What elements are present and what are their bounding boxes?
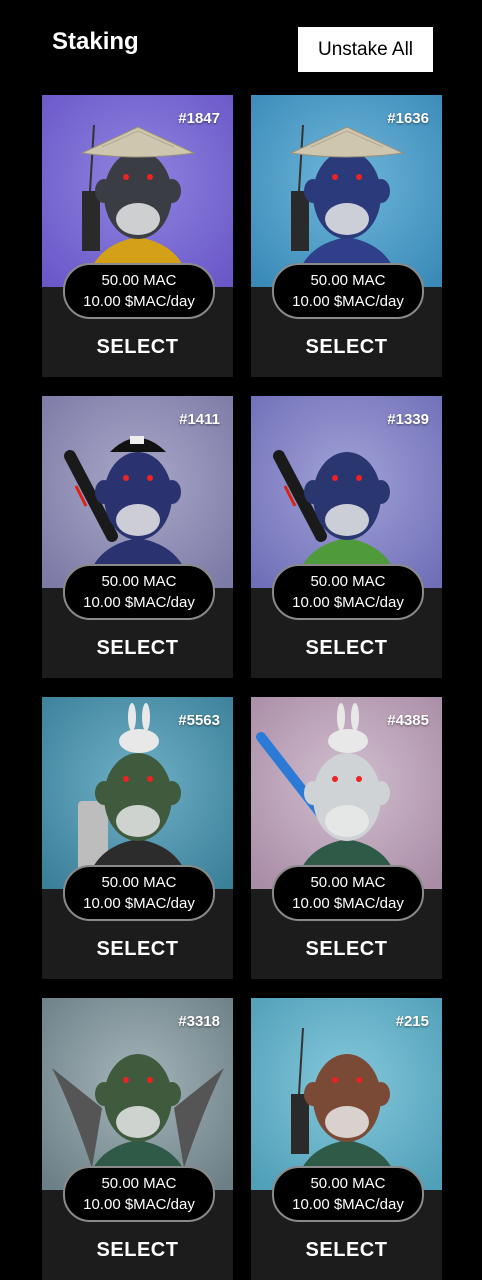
nft-card[interactable]: #215 50.00 MAC 10.00 $MAC/day SELECT	[251, 998, 442, 1280]
header: Staking Unstake All	[0, 0, 482, 90]
staked-amount: 50.00 MAC	[310, 573, 386, 590]
reward-rate: 10.00 $MAC/day	[292, 1196, 404, 1213]
token-id: #4385	[387, 712, 429, 729]
staked-amount: 50.00 MAC	[310, 1175, 386, 1192]
reward-rate: 10.00 $MAC/day	[83, 594, 195, 611]
staked-amount: 50.00 MAC	[310, 874, 386, 891]
select-button[interactable]: SELECT	[42, 933, 233, 965]
select-button[interactable]: SELECT	[42, 331, 233, 363]
select-button[interactable]: SELECT	[251, 632, 442, 664]
select-button[interactable]: SELECT	[251, 1234, 442, 1266]
staked-amount: 50.00 MAC	[101, 1175, 177, 1192]
reward-rate: 10.00 $MAC/day	[292, 293, 404, 310]
select-button[interactable]: SELECT	[42, 1234, 233, 1266]
nft-card[interactable]: #1411 50.00 MAC 10.00 $MAC/day SELECT	[42, 396, 233, 678]
reward-badge: 50.00 MAC 10.00 $MAC/day	[272, 564, 424, 620]
nft-card[interactable]: #1636 50.00 MAC 10.00 $MAC/day SELECT	[251, 95, 442, 377]
reward-badge: 50.00 MAC 10.00 $MAC/day	[63, 564, 215, 620]
nft-grid: #1847 50.00 MAC 10.00 $MAC/day SELECT #1…	[42, 95, 442, 1280]
page-title: Staking	[52, 28, 139, 55]
select-button[interactable]: SELECT	[251, 331, 442, 363]
nft-card[interactable]: #1339 50.00 MAC 10.00 $MAC/day SELECT	[251, 396, 442, 678]
reward-badge: 50.00 MAC 10.00 $MAC/day	[63, 263, 215, 319]
token-id: #3318	[178, 1013, 220, 1030]
reward-rate: 10.00 $MAC/day	[292, 594, 404, 611]
token-id: #1847	[178, 110, 220, 127]
select-button[interactable]: SELECT	[251, 933, 442, 965]
reward-rate: 10.00 $MAC/day	[83, 1196, 195, 1213]
token-id: #1339	[387, 411, 429, 428]
reward-badge: 50.00 MAC 10.00 $MAC/day	[272, 865, 424, 921]
staked-amount: 50.00 MAC	[101, 573, 177, 590]
reward-rate: 10.00 $MAC/day	[83, 293, 195, 310]
select-button[interactable]: SELECT	[42, 632, 233, 664]
reward-rate: 10.00 $MAC/day	[292, 895, 404, 912]
staked-amount: 50.00 MAC	[310, 272, 386, 289]
nft-card[interactable]: #4385 50.00 MAC 10.00 $MAC/day SELECT	[251, 697, 442, 979]
reward-badge: 50.00 MAC 10.00 $MAC/day	[63, 1166, 215, 1222]
token-id: #1411	[179, 411, 220, 428]
reward-badge: 50.00 MAC 10.00 $MAC/day	[272, 263, 424, 319]
token-id: #215	[395, 1013, 429, 1030]
nft-card[interactable]: #3318 50.00 MAC 10.00 $MAC/day SELECT	[42, 998, 233, 1280]
token-id: #5563	[178, 712, 220, 729]
nft-card[interactable]: #5563 50.00 MAC 10.00 $MAC/day SELECT	[42, 697, 233, 979]
reward-badge: 50.00 MAC 10.00 $MAC/day	[272, 1166, 424, 1222]
reward-badge: 50.00 MAC 10.00 $MAC/day	[63, 865, 215, 921]
staked-amount: 50.00 MAC	[101, 874, 177, 891]
nft-card[interactable]: #1847 50.00 MAC 10.00 $MAC/day SELECT	[42, 95, 233, 377]
staked-amount: 50.00 MAC	[101, 272, 177, 289]
unstake-all-button[interactable]: Unstake All	[298, 27, 433, 72]
reward-rate: 10.00 $MAC/day	[83, 895, 195, 912]
token-id: #1636	[387, 110, 429, 127]
